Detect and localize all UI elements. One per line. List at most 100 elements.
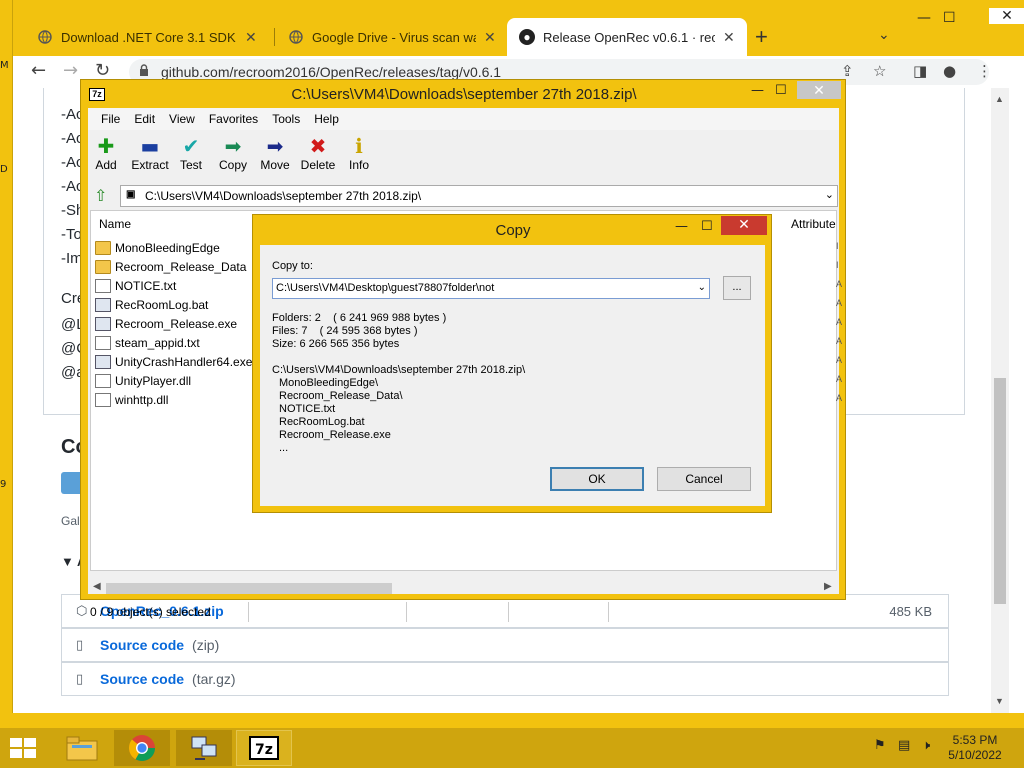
network-icon[interactable] [176, 730, 232, 766]
close-icon[interactable]: ✕ [245, 29, 257, 46]
sidebar-icon[interactable]: ◨ [913, 62, 927, 80]
reload-icon[interactable]: ↻ [95, 60, 110, 81]
desktop-edge-char: 9 [0, 479, 7, 490]
scroll-up-icon[interactable]: ▲ [995, 94, 1004, 104]
scroll-down-icon[interactable]: ▼ [995, 696, 1004, 706]
chevron-down-icon[interactable]: ⌄ [698, 282, 706, 293]
tab-divider [274, 28, 275, 46]
info-button[interactable]: ℹ Info [346, 134, 372, 172]
menu-help[interactable]: Help [307, 108, 346, 130]
maximize-icon[interactable]: ☐ [701, 219, 713, 234]
move-button[interactable]: ➡ Move [258, 134, 292, 172]
action-center-icon[interactable]: ⚑ [874, 738, 886, 753]
globe-icon [37, 29, 53, 45]
windows-start-icon[interactable] [10, 738, 38, 760]
chevron-down-icon[interactable]: ⌄ [878, 26, 890, 43]
extract-label: Extract [131, 158, 169, 172]
7zip-icon[interactable]: 7z [236, 730, 292, 766]
clock[interactable]: 5:53 PM 5/10/2022 [940, 733, 1010, 763]
menu-file[interactable]: File [94, 108, 127, 130]
menu-icon[interactable]: ⋮ [977, 62, 992, 80]
asset-link[interactable]: Source code [100, 671, 184, 687]
minimize-icon[interactable]: — [917, 10, 931, 26]
star-icon[interactable]: ☆ [873, 62, 886, 80]
add-button[interactable]: ✚ Add [94, 134, 118, 172]
minimize-icon[interactable]: — [751, 83, 764, 98]
horizontal-scrollbar[interactable]: ◀ ▶ [90, 580, 837, 597]
asset-row[interactable]: ▯ Source code (tar.gz) [61, 662, 949, 696]
column-header-name[interactable]: Name [95, 211, 131, 235]
menu-view[interactable]: View [162, 108, 202, 130]
list-item[interactable]: MonoBleedingEdge [95, 238, 220, 257]
url-text[interactable]: github.com/recroom2016/OpenRec/releases/… [161, 64, 501, 80]
chrome-icon[interactable] [114, 730, 170, 766]
file-explorer-icon[interactable] [54, 730, 110, 766]
asset-subtext[interactable]: (tar.gz) [192, 671, 236, 687]
close-icon[interactable]: ✕ [989, 8, 1024, 24]
page-scrollbar[interactable]: ▲ ▼ [991, 88, 1009, 713]
list-item[interactable]: UnityPlayer.dll [95, 371, 191, 390]
minimize-icon[interactable]: — [675, 219, 688, 234]
copy-button[interactable]: ➡ Copy [216, 134, 250, 172]
maximize-icon[interactable]: ☐ [775, 83, 787, 98]
asset-link[interactable]: Source code [100, 637, 184, 653]
selection-status: 0 / 9 object(s) selected [90, 605, 211, 619]
list-item[interactable]: Recroom_Release.exe [95, 314, 237, 333]
cancel-button[interactable]: Cancel [657, 467, 751, 491]
list-item[interactable]: NOTICE.txt [95, 276, 176, 295]
back-icon[interactable]: ← [31, 60, 46, 81]
delete-label: Delete [300, 158, 336, 172]
path-combobox[interactable]: ▣ C:\Users\VM4\Downloads\september 27th … [120, 185, 838, 207]
list-item[interactable]: UnityCrashHandler64.exe [95, 352, 252, 371]
new-tab-icon[interactable]: + [755, 24, 768, 50]
extract-button[interactable]: ▬ Extract [128, 134, 172, 172]
chevron-down-icon[interactable]: ⌄ [825, 188, 834, 201]
menu-edit[interactable]: Edit [127, 108, 162, 130]
forward-icon[interactable]: → [63, 60, 78, 81]
close-icon[interactable]: ✕ [484, 29, 496, 46]
ok-button[interactable]: OK [550, 467, 644, 491]
scroll-left-icon[interactable]: ◀ [93, 581, 101, 592]
network-tray-icon[interactable]: ▤ [898, 738, 910, 753]
close-icon[interactable]: ✕ [723, 29, 735, 46]
menu-favorites[interactable]: Favorites [202, 108, 265, 130]
tab-openrec-release[interactable]: ● Release OpenRec v0.6.1 · recroo ✕ [507, 18, 747, 56]
batch-file-icon [95, 297, 111, 312]
asset-subtext[interactable]: (zip) [192, 637, 219, 653]
source-item: RecRoomLog.bat [279, 416, 365, 428]
title-bar[interactable]: 7z C:\Users\VM4\Downloads\september 27th… [81, 80, 845, 107]
browse-button[interactable]: ... [723, 276, 751, 300]
contributor-name[interactable]: Gal [61, 514, 80, 528]
folder-up-icon[interactable]: ⇧ [94, 186, 107, 205]
test-button[interactable]: ✔ Test [176, 134, 206, 172]
close-icon[interactable]: ✕ [721, 216, 767, 235]
source-item: ... [279, 442, 289, 454]
scroll-right-icon[interactable]: ▶ [824, 581, 832, 592]
text-file-icon [95, 278, 111, 293]
close-icon[interactable]: ✕ [797, 81, 841, 99]
asset-row[interactable]: ▯ Source code (zip) [61, 628, 949, 662]
scrollbar-thumb[interactable] [994, 378, 1006, 604]
list-item[interactable]: RecRoomLog.bat [95, 295, 208, 314]
profile-icon[interactable]: ● [943, 62, 956, 80]
destination-path-input[interactable]: C:\Users\VM4\Desktop\guest78807folder\no… [272, 278, 710, 299]
scrollbar-thumb[interactable] [106, 583, 392, 594]
tab-google-drive[interactable]: Google Drive - Virus scan warnin ✕ [276, 18, 508, 56]
lock-icon[interactable] [139, 64, 149, 79]
tab-dotnet[interactable]: Download .NET Core 3.1 SDK (v3 ✕ [25, 18, 269, 56]
volume-icon[interactable]: 🕨 [922, 738, 930, 753]
release-note-line: -To [61, 226, 82, 243]
share-icon[interactable]: ⇪ [841, 62, 854, 80]
list-item[interactable]: Recroom_Release_Data [95, 257, 246, 276]
list-item[interactable]: winhttp.dll [95, 390, 168, 409]
exe-file-icon [95, 354, 111, 369]
column-header-attributes[interactable]: Attribute [787, 211, 836, 235]
list-item[interactable]: steam_appid.txt [95, 333, 200, 352]
caret-down-icon: ▼ [61, 554, 77, 569]
desktop-edge-char: D [0, 164, 8, 175]
status-divider [608, 602, 609, 622]
maximize-icon[interactable]: ☐ [943, 10, 956, 26]
menu-tools[interactable]: Tools [265, 108, 307, 130]
text-file-icon [95, 335, 111, 350]
delete-button[interactable]: ✖ Delete [299, 134, 337, 172]
